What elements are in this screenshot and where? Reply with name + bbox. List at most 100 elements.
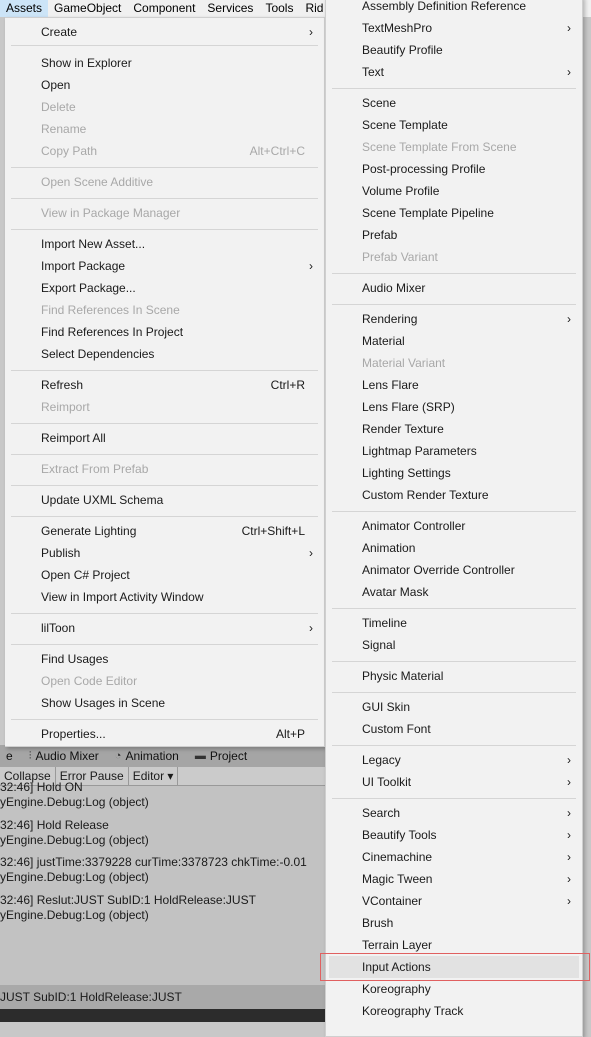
menu-item-brush[interactable]: Brush [329,912,579,934]
menu-item-prefab-variant[interactable]: Prefab Variant [329,246,579,268]
menu-item-import-new-asset[interactable]: Import New Asset... [8,233,321,255]
menu-item-textmeshpro[interactable]: TextMeshPro › [329,17,579,39]
menu-item-find-references-in-project[interactable]: Find References In Project [8,321,321,343]
menu-item-export-package[interactable]: Export Package... [8,277,321,299]
menu-item-select-dependencies[interactable]: Select Dependencies [8,343,321,365]
menubar-services[interactable]: Services [201,0,259,17]
menu-item-material-variant[interactable]: Material Variant [329,352,579,374]
menu-item-update-uxml-schema[interactable]: Update UXML Schema [8,489,321,511]
log-line[interactable]: 32:46] Hold ON [0,780,325,795]
menu-item-label: Beautify Profile [362,43,443,57]
menu-item-refresh[interactable]: Refresh Ctrl+R [8,374,321,396]
menu-item-animator-override-controller[interactable]: Animator Override Controller [329,559,579,581]
tab-console[interactable]: e [0,745,23,767]
menu-item-lens-flare[interactable]: Lens Flare [329,374,579,396]
menu-item-post-processing-profile[interactable]: Post-processing Profile [329,158,579,180]
menu-item-scene[interactable]: Scene [329,92,579,114]
menu-item-find-usages[interactable]: Find Usages [8,648,321,670]
menu-separator [332,608,576,609]
menu-item-liltoon[interactable]: lilToon › [8,617,321,639]
menu-item-assembly-definition-reference[interactable]: Assembly Definition Reference [329,0,579,17]
menu-item-label: Find References In Project [41,325,184,339]
menu-item-label: Cinemachine [362,850,433,864]
menu-item-animator-controller[interactable]: Animator Controller [329,515,579,537]
menu-item-avatar-mask[interactable]: Avatar Mask [329,581,579,603]
menu-item-lighting-settings[interactable]: Lighting Settings [329,462,579,484]
menu-item-magic-tween[interactable]: Magic Tween › [329,868,579,890]
menubar-tools[interactable]: Tools [259,0,299,17]
menu-item-open-scene-additive[interactable]: Open Scene Additive [8,171,321,193]
menu-item-legacy[interactable]: Legacy › [329,749,579,771]
menu-item-lightmap-parameters[interactable]: Lightmap Parameters [329,440,579,462]
menu-item-ui-toolkit[interactable]: UI Toolkit › [329,771,579,793]
menu-item-audio-mixer[interactable]: Audio Mixer [329,277,579,299]
menu-item-scene-template-from-scene[interactable]: Scene Template From Scene [329,136,579,158]
menu-item-custom-render-texture[interactable]: Custom Render Texture [329,484,579,506]
menu-item-animation[interactable]: Animation [329,537,579,559]
menu-item-volume-profile[interactable]: Volume Profile [329,180,579,202]
log-line[interactable]: yEngine.Debug:Log (object) [0,833,325,848]
menu-item-open-c-project[interactable]: Open C# Project [8,564,321,586]
menu-item-shortcut: Alt+P [275,727,305,741]
menu-item-delete[interactable]: Delete [8,96,321,118]
menubar-gameobject[interactable]: GameObject [48,0,127,17]
menu-item-custom-font[interactable]: Custom Font [329,718,579,740]
log-line[interactable]: yEngine.Debug:Log (object) [0,795,325,810]
menu-item-search[interactable]: Search › [329,802,579,824]
menu-item-show-usages-in-scene[interactable]: Show Usages in Scene [8,692,321,714]
menu-item-gui-skin[interactable]: GUI Skin [329,696,579,718]
tab-project[interactable]: ▬ Project [189,745,257,767]
menubar-assets[interactable]: Assets [0,0,49,17]
menu-item-scene-template-pipeline[interactable]: Scene Template Pipeline [329,202,579,224]
log-line[interactable]: 32:46] Hold Release [0,818,325,833]
menu-item-generate-lighting[interactable]: Generate Lighting Ctrl+Shift+L [8,520,321,542]
menu-item-vcontainer[interactable]: VContainer › [329,890,579,912]
menu-item-physic-material[interactable]: Physic Material [329,665,579,687]
menu-item-cinemachine[interactable]: Cinemachine › [329,846,579,868]
menu-item-rendering[interactable]: Rendering › [329,308,579,330]
log-line[interactable]: yEngine.Debug:Log (object) [0,870,325,885]
menu-item-rename[interactable]: Rename [8,118,321,140]
menu-item-view-in-package-manager[interactable]: View in Package Manager [8,202,321,224]
menubar-component[interactable]: Component [127,0,201,17]
menu-item-label: Post-processing Profile [362,162,486,176]
menu-item-label: Extract From Prefab [41,462,149,476]
menu-item-create[interactable]: Create › [8,21,321,43]
menu-item-render-texture[interactable]: Render Texture [329,418,579,440]
log-line[interactable]: 32:46] justTime:3379228 curTime:3378723 … [0,855,325,870]
menu-item-label: Koreography Track [362,1004,464,1018]
menu-item-import-package[interactable]: Import Package › [8,255,321,277]
menu-item-label: GUI Skin [362,700,411,714]
menu-item-koreography[interactable]: Koreography [329,978,579,1000]
menu-item-publish[interactable]: Publish › [8,542,321,564]
menu-separator [332,273,576,274]
menu-item-extract-from-prefab[interactable]: Extract From Prefab [8,458,321,480]
menu-item-timeline[interactable]: Timeline [329,612,579,634]
tab-audio-mixer[interactable]: ⫶ Audio Mixer [23,745,109,767]
menu-item-beautify-tools[interactable]: Beautify Tools › [329,824,579,846]
menu-item-reimport-all[interactable]: Reimport All [8,427,321,449]
menu-item-lens-flare-srp[interactable]: Lens Flare (SRP) [329,396,579,418]
menu-item-label: Select Dependencies [41,347,155,361]
menu-item-open[interactable]: Open [8,74,321,96]
menu-item-beautify-profile[interactable]: Beautify Profile [329,39,579,61]
menu-item-signal[interactable]: Signal [329,634,579,656]
menu-item-copy-path[interactable]: Copy Path Alt+Ctrl+C [8,140,321,162]
console-log: 32:46] Hold ON yEngine.Debug:Log (object… [0,780,325,923]
log-line[interactable]: yEngine.Debug:Log (object) [0,908,325,923]
menu-item-reimport[interactable]: Reimport [8,396,321,418]
menu-item-label: View in Import Activity Window [41,590,204,604]
menu-item-open-code-editor[interactable]: Open Code Editor [8,670,321,692]
menu-item-material[interactable]: Material [329,330,579,352]
menu-item-prefab[interactable]: Prefab [329,224,579,246]
menu-item-show-in-explorer[interactable]: Show in Explorer [8,52,321,74]
menu-item-properties[interactable]: Properties... Alt+P [8,723,321,745]
menu-item-scene-template[interactable]: Scene Template [329,114,579,136]
menu-item-text[interactable]: Text › [329,61,579,83]
log-line[interactable]: 32:46] Reslut:JUST SubID:1 HoldRelease:J… [0,893,325,908]
menu-item-koreography-track[interactable]: Koreography Track [329,1000,579,1022]
menu-item-find-references-in-scene[interactable]: Find References In Scene [8,299,321,321]
menu-separator [11,198,318,199]
menu-item-view-in-import-activity-window[interactable]: View in Import Activity Window [8,586,321,608]
tab-animation[interactable]: ◔ Animation [109,745,189,767]
